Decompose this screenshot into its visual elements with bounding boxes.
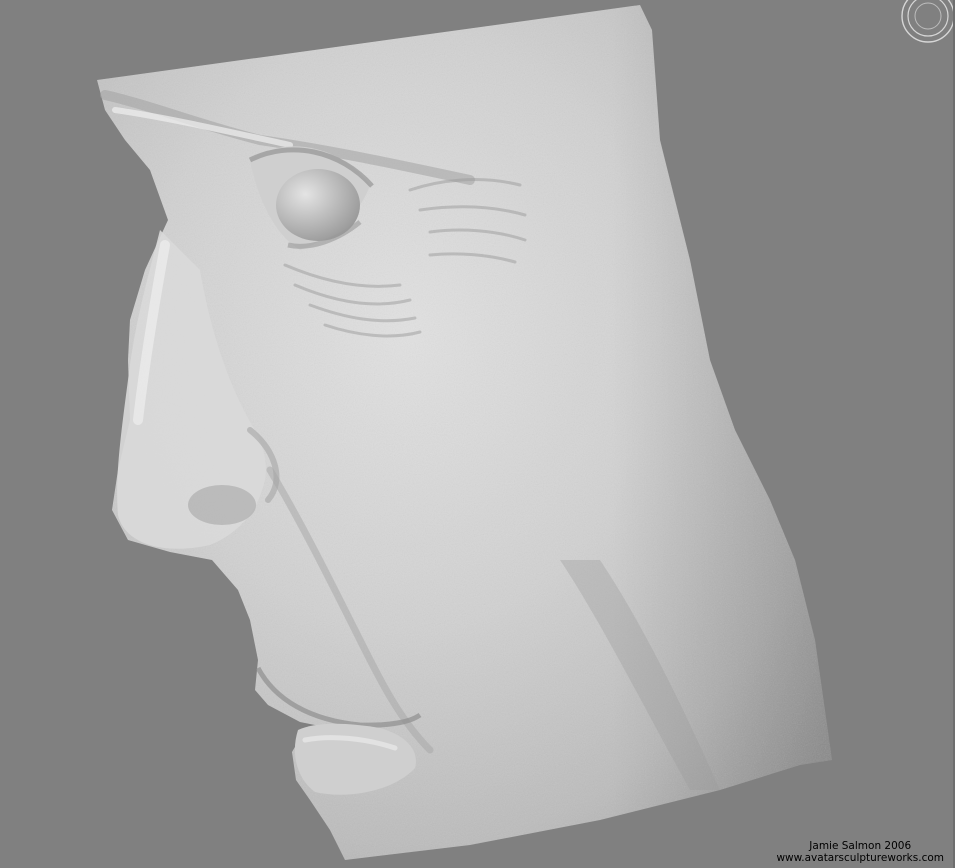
rotate-gizmo-icon[interactable] (896, 0, 955, 44)
sculpted-face-model[interactable] (0, 0, 955, 868)
website-url: www.avatarsculptureworks.com (776, 852, 944, 864)
sculpt-viewport[interactable]: Jamie Salmon 2006 www.avatarsculpturewor… (0, 0, 955, 868)
credit-caption: Jamie Salmon 2006 www.avatarsculpturewor… (776, 840, 944, 864)
author-credit: Jamie Salmon 2006 (809, 840, 912, 852)
